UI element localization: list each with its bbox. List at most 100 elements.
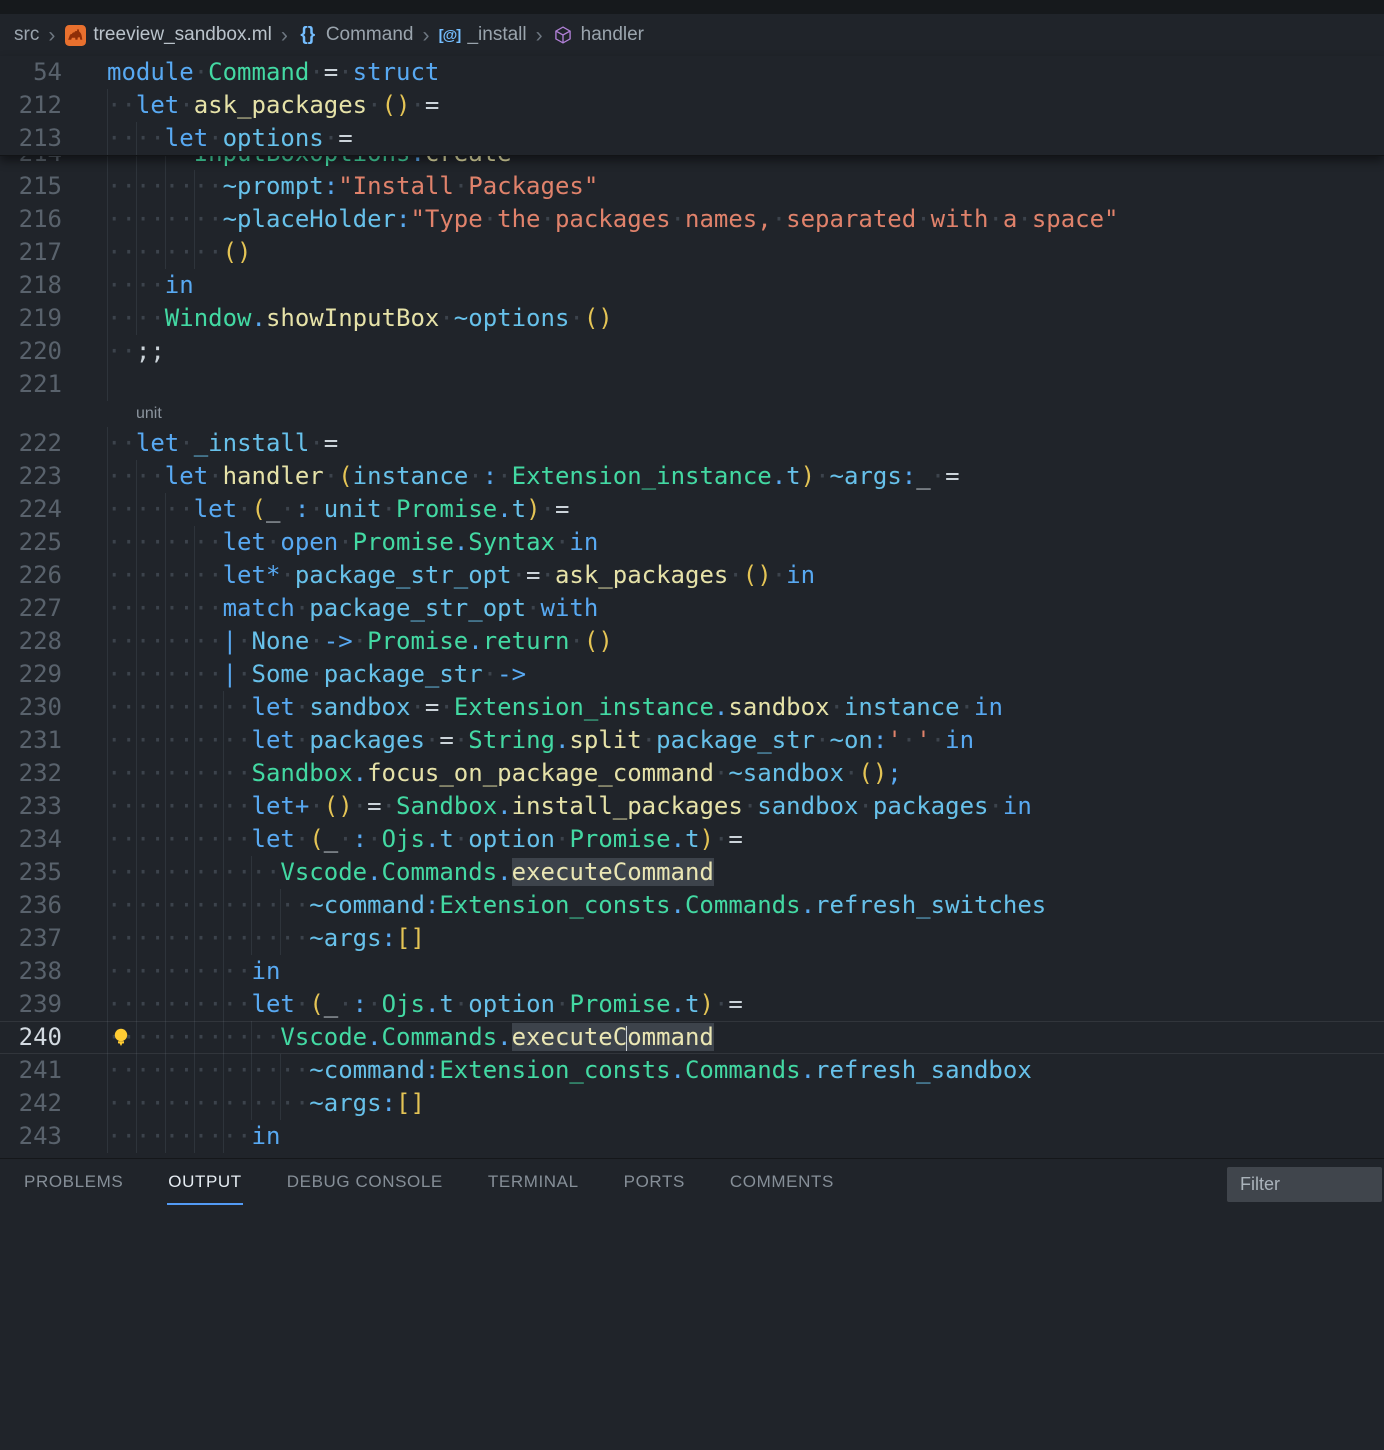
code-token: · <box>280 495 294 523</box>
line-number[interactable]: 229 <box>0 658 62 691</box>
code-line-233[interactable]: 233··········let+·()·=·Sandbox.install_p… <box>0 790 1384 823</box>
code-line-239[interactable]: 239··········let·(_·:·Ojs.t·option·Promi… <box>0 988 1384 1021</box>
line-number[interactable]: 54 <box>0 56 62 89</box>
code-line-226[interactable]: 226········let*·package_str_opt·=·ask_pa… <box>0 559 1384 592</box>
code-line-222[interactable]: 222··let·_install·= <box>0 427 1384 460</box>
code-token: . <box>555 726 569 754</box>
code-token: : <box>382 1089 396 1117</box>
line-number[interactable]: 227 <box>0 592 62 625</box>
filter-input[interactable] <box>1227 1167 1382 1202</box>
code-line-240[interactable]: 240 ············Vscode.Commands.executeCo… <box>0 1021 1384 1054</box>
line-number[interactable]: 236 <box>0 889 62 922</box>
code-text: ······let·(_·:·unit·Promise.t)·= <box>107 493 569 526</box>
editor[interactable]: 214······InputBoxOptions.create215······… <box>0 0 1384 1158</box>
code-token: · <box>309 495 323 523</box>
code-line-231[interactable]: 231··········let·packages·=·String.split… <box>0 724 1384 757</box>
code-line-236[interactable]: 236··············~command:Extension_cons… <box>0 889 1384 922</box>
sticky-scroll[interactable]: 54module·Command·=·struct212··let·ask_pa… <box>0 56 1384 156</box>
panel-tab-terminal[interactable]: TERMINAL <box>487 1161 580 1205</box>
code-line-217[interactable]: 217········() <box>0 236 1384 269</box>
code-token: · <box>815 726 829 754</box>
line-number[interactable]: 225 <box>0 526 62 559</box>
code-token: packages <box>873 792 989 820</box>
line-number[interactable]: 238 <box>0 955 62 988</box>
line-number[interactable]: 234 <box>0 823 62 856</box>
line-number[interactable]: 224 <box>0 493 62 526</box>
code-line-225[interactable]: 225········let·open·Promise.Syntax·in <box>0 526 1384 559</box>
code-token: · <box>454 172 468 200</box>
code-line-230[interactable]: 230··········let·sandbox·=·Extension_ins… <box>0 691 1384 724</box>
line-number[interactable]: 231 <box>0 724 62 757</box>
indent-guide <box>107 368 108 401</box>
line-number[interactable]: 213 <box>0 122 62 155</box>
code-line-224[interactable]: 224······let·(_·:·unit·Promise.t)·= <box>0 493 1384 526</box>
line-number[interactable]: 223 <box>0 460 62 493</box>
code-line-213[interactable]: 213····let·options·= <box>0 122 1384 155</box>
line-number[interactable]: 226 <box>0 559 62 592</box>
line-number[interactable]: 233 <box>0 790 62 823</box>
code-line-242[interactable]: 242··············~args:[] <box>0 1087 1384 1120</box>
line-number[interactable]: 232 <box>0 757 62 790</box>
code-line-218[interactable]: 218····in <box>0 269 1384 302</box>
code-token: String <box>468 726 555 754</box>
line-number[interactable]: 217 <box>0 236 62 269</box>
code-line-235[interactable]: 235············Vscode.Commands.executeCo… <box>0 856 1384 889</box>
line-number[interactable]: 239 <box>0 988 62 1021</box>
line-number[interactable]: 212 <box>0 89 62 122</box>
line-number[interactable]: 220 <box>0 335 62 368</box>
panel-tab-debug-console[interactable]: DEBUG CONSOLE <box>286 1161 444 1205</box>
line-number[interactable]: 243 <box>0 1120 62 1153</box>
code-token: ~command <box>309 1056 425 1084</box>
line-number[interactable]: 216 <box>0 203 62 236</box>
line-number[interactable]: 240 <box>0 1021 62 1054</box>
code-line-237[interactable]: 237··············~args:[] <box>0 922 1384 955</box>
line-number[interactable]: 237 <box>0 922 62 955</box>
code-token: · <box>815 462 829 490</box>
line-number[interactable]: 218 <box>0 269 62 302</box>
code-line-229[interactable]: 229········|·Some·package_str·-> <box>0 658 1384 691</box>
line-number[interactable]: 219 <box>0 302 62 335</box>
code-token: in <box>252 957 281 985</box>
code-line-241[interactable]: 241··············~command:Extension_cons… <box>0 1054 1384 1087</box>
code-line-219[interactable]: 219····Window.showInputBox·~options·() <box>0 302 1384 335</box>
code-line-227[interactable]: 227········match·package_str_opt·with <box>0 592 1384 625</box>
panel-tab-ports[interactable]: PORTS <box>623 1161 686 1205</box>
code-token: _ <box>324 825 338 853</box>
code-token: package_str_opt <box>309 594 526 622</box>
code-line-228[interactable]: 228········|·None·->·Promise.return·() <box>0 625 1384 658</box>
line-number[interactable]: 241 <box>0 1054 62 1087</box>
line-number[interactable]: 242 <box>0 1087 62 1120</box>
line-number[interactable]: 215 <box>0 170 62 203</box>
code-line-221[interactable]: 221 <box>0 368 1384 401</box>
line-number[interactable]: 221 <box>0 368 62 401</box>
panel-tab-comments[interactable]: COMMENTS <box>729 1161 835 1205</box>
breadcrumb-item-src[interactable]: src <box>14 24 39 46</box>
quickfix-lightbulb-icon[interactable] <box>110 1026 132 1050</box>
breadcrumb-item-command[interactable]: {}Command <box>297 24 414 46</box>
line-number[interactable]: 230 <box>0 691 62 724</box>
code-line-215[interactable]: 215········~prompt:"Install·Packages" <box>0 170 1384 203</box>
code-line-54[interactable]: 54module·Command·=·struct <box>0 56 1384 89</box>
code-line-243[interactable]: 243··········in <box>0 1120 1384 1153</box>
breadcrumb-item-treeview-sandbox-ml[interactable]: treeview_sandbox.ml <box>64 24 271 46</box>
code-token: = <box>439 726 453 754</box>
code-token: · <box>295 693 309 721</box>
code-token: ········ <box>107 660 223 688</box>
panel-tab-problems[interactable]: PROBLEMS <box>23 1161 124 1205</box>
code-line-223[interactable]: 223····let·handler·(instance·:·Extension… <box>0 460 1384 493</box>
code-line-212[interactable]: 212··let·ask_packages·()·= <box>0 89 1384 122</box>
line-number[interactable]: 235 <box>0 856 62 889</box>
code-line-216[interactable]: 216········~placeHolder:"Type·the·packag… <box>0 203 1384 236</box>
code-line-234[interactable]: 234··········let·(_·:·Ojs.t·option·Promi… <box>0 823 1384 856</box>
code-line-238[interactable]: 238··········in <box>0 955 1384 988</box>
line-number[interactable]: 228 <box>0 625 62 658</box>
panel-tab-output[interactable]: OUTPUT <box>167 1161 242 1205</box>
code-line-232[interactable]: 232··········Sandbox.focus_on_package_co… <box>0 757 1384 790</box>
code-line-220[interactable]: 220··;; <box>0 335 1384 368</box>
breadcrumb-item--install[interactable]: [@]_install <box>438 24 526 46</box>
code-token: · <box>295 825 309 853</box>
line-number[interactable]: 222 <box>0 427 62 460</box>
breadcrumb-item-handler[interactable]: handler <box>552 24 644 46</box>
code-token: [] <box>396 1089 425 1117</box>
code-text: ············Vscode.Commands.executeComma… <box>107 1021 714 1054</box>
